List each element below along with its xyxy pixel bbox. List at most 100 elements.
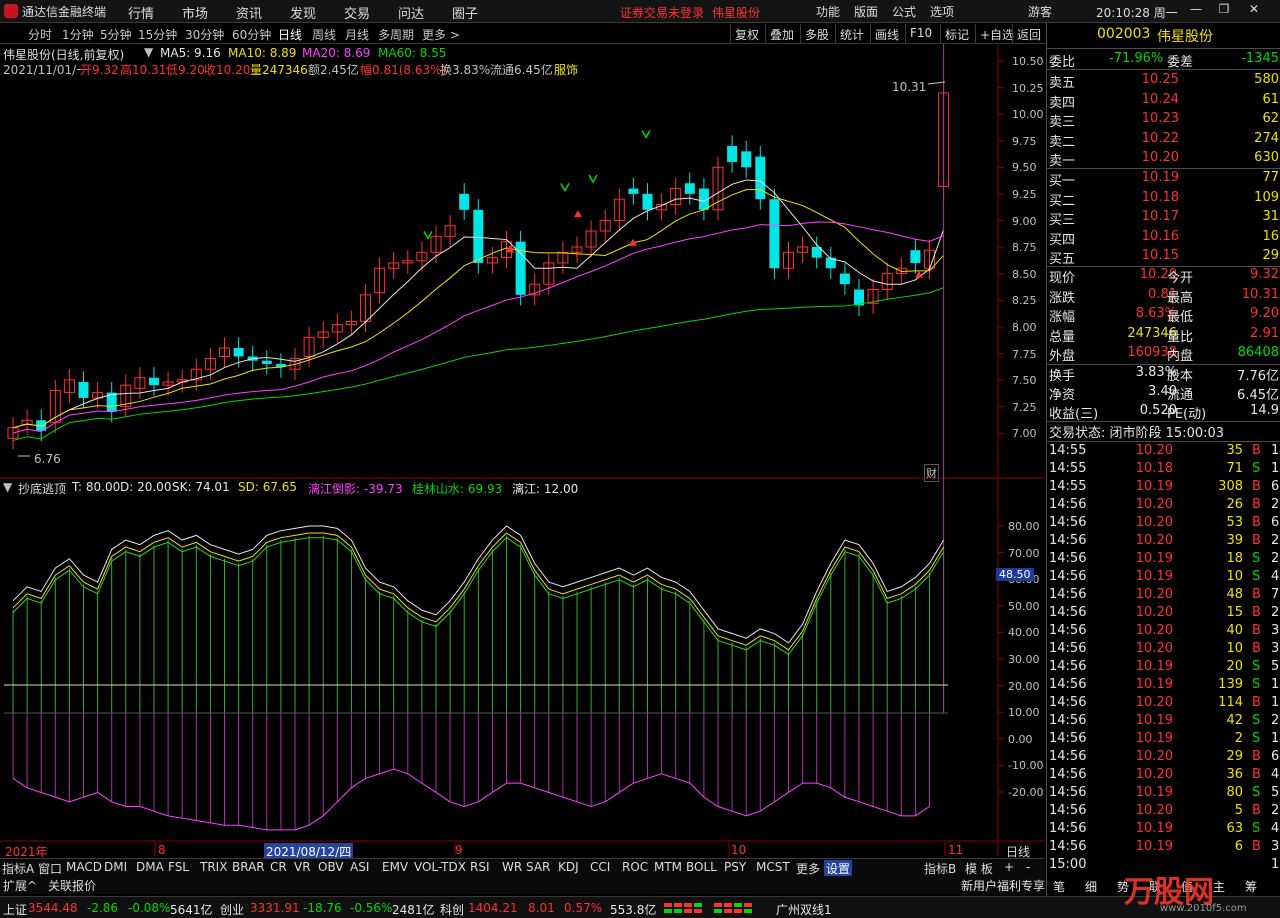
tab-multi-period[interactable]: 多周期	[378, 26, 414, 43]
indicator-tab-19[interactable]: ROC	[622, 860, 648, 874]
indicator-tab-3[interactable]: DMI	[104, 860, 127, 874]
indicator-tab-22[interactable]: PSY	[724, 860, 746, 874]
duogu-button[interactable]: 多股	[800, 24, 833, 43]
indicator-tab-6[interactable]: TRIX	[200, 860, 227, 874]
fuquan-button[interactable]: 复权	[730, 24, 763, 43]
table-row[interactable]: 14:56 10.20 5 B 2	[1047, 803, 1280, 821]
table-row[interactable]: 14:56 10.19 10 S 4	[1047, 569, 1280, 587]
quote-tab-1[interactable]: 细	[1085, 878, 1097, 895]
quote-tab-6[interactable]: 筹	[1245, 878, 1257, 895]
zoom-in-button[interactable]: +	[1004, 860, 1014, 874]
table-row[interactable]: 14:56 10.20 29 B 6	[1047, 749, 1280, 767]
promo-link[interactable]: 新用户福利专享	[961, 877, 1045, 894]
indicator-tab-9[interactable]: VR	[294, 860, 311, 874]
indicator-tab-4[interactable]: DMA	[136, 860, 164, 874]
table-row[interactable]: 14:55 10.20 35 B 1	[1047, 443, 1280, 461]
kline-chart-area[interactable]: 伟星股份(日线,前复权) ▼ MA5: 9.16 MA10: 8.89 MA20…	[0, 44, 1045, 860]
biaoji-button[interactable]: 标记	[940, 24, 973, 43]
table-row[interactable]: 14:56 10.19 20 S 5	[1047, 659, 1280, 677]
table-row[interactable]: 14:56 10.20 48 B 7	[1047, 587, 1280, 605]
menu-gongneng[interactable]: 功能	[816, 3, 840, 20]
table-row[interactable]: 14:55 10.18 71 S 1	[1047, 461, 1280, 479]
indicator-tab-25[interactable]: 设置	[824, 860, 853, 877]
related-quote-tab[interactable]: 关联报价	[48, 877, 96, 894]
indicator-tab-14[interactable]: RSI	[470, 860, 490, 874]
indicator-tab-20[interactable]: MTM	[654, 860, 682, 874]
sh-label[interactable]: 上证	[3, 901, 27, 918]
tab-fenshi[interactable]: 分时	[28, 26, 52, 43]
table-row[interactable]: 14:56 10.19 42 S 2	[1047, 713, 1280, 731]
table-row[interactable]: 14:56 10.19 2 S 1	[1047, 731, 1280, 749]
indicator-tab-16[interactable]: SAR	[526, 860, 550, 874]
indicator-tab-15[interactable]: WR	[502, 860, 522, 874]
table-row[interactable]: 14:56 10.20 26 B 2	[1047, 497, 1280, 515]
expand-button[interactable]: 扩展^	[3, 877, 37, 894]
menu-faxian[interactable]: 发现	[290, 3, 316, 22]
indicator-tab-23[interactable]: MCST	[756, 860, 790, 874]
tongji-button[interactable]: 统计	[835, 24, 868, 43]
template-button[interactable]: 模 板	[965, 860, 993, 877]
close-icon[interactable]: ✕	[1244, 2, 1264, 20]
back-button[interactable]: 返回	[1012, 24, 1045, 43]
tab-60min[interactable]: 60分钟	[232, 26, 271, 43]
table-row[interactable]: 14:56 10.20 40 B 3	[1047, 623, 1280, 641]
indicator-tab-11[interactable]: ASI	[350, 860, 369, 874]
table-row[interactable]: 14:56 10.19 63 S 4	[1047, 821, 1280, 839]
cy-label[interactable]: 创业	[220, 901, 244, 918]
indicator-tab-2[interactable]: MACD	[66, 860, 102, 874]
indicator-tab-13[interactable]: VOL-TDX	[414, 860, 466, 874]
indicator-tab-21[interactable]: BOLL	[686, 860, 717, 874]
diejia-button[interactable]: 叠加	[765, 24, 798, 43]
indicator-tab-8[interactable]: CR	[270, 860, 287, 874]
tab-more[interactable]: 更多 >	[422, 26, 460, 43]
tab-5min[interactable]: 5分钟	[100, 26, 132, 43]
minimize-icon[interactable]: —	[1186, 2, 1206, 20]
tab-weekly[interactable]: 周线	[312, 26, 336, 43]
indicator-b-tab[interactable]: 指标B	[924, 860, 956, 877]
f10-button[interactable]: F10	[905, 24, 936, 43]
server-name[interactable]: 广州双线1	[776, 901, 832, 918]
table-row[interactable]: 14:56 10.19 80 S 5	[1047, 785, 1280, 803]
restore-icon[interactable]: ❐	[1214, 2, 1234, 20]
menu-quanzi[interactable]: 圈子	[452, 3, 478, 22]
table-row[interactable]: 14:56 10.20 114 B 11	[1047, 695, 1280, 713]
financial-event-badge[interactable]: 财	[924, 464, 939, 482]
table-row[interactable]: 14:56 10.19 18 S 2	[1047, 551, 1280, 569]
tab-monthly[interactable]: 月线	[345, 26, 369, 43]
indicator-tab-1[interactable]: 窗口	[38, 860, 62, 877]
indicator-collapse-icon[interactable]: ▼	[3, 480, 12, 494]
menu-shichang[interactable]: 市场	[182, 3, 208, 22]
menu-xuanxiang[interactable]: 选项	[930, 3, 954, 20]
table-row[interactable]: 14:55 10.19 308 B 6	[1047, 479, 1280, 497]
table-row[interactable]: 14:56 10.20 10 B 3	[1047, 641, 1280, 659]
indicator-tab-18[interactable]: CCI	[590, 860, 610, 874]
table-row[interactable]: 14:56 10.20 39 B 2	[1047, 533, 1280, 551]
indicator-tab-12[interactable]: EMV	[382, 860, 408, 874]
huaxian-button[interactable]: 画线	[870, 24, 903, 43]
table-row[interactable]: 14:56 10.20 53 B 6	[1047, 515, 1280, 533]
tab-1min[interactable]: 1分钟	[62, 26, 94, 43]
menu-banmian[interactable]: 版面	[854, 3, 878, 20]
tab-30min[interactable]: 30分钟	[185, 26, 224, 43]
menu-hangqing[interactable]: 行情	[128, 3, 154, 22]
menu-wenda[interactable]: 问达	[398, 3, 424, 22]
quote-tab-0[interactable]: 笔	[1053, 878, 1065, 895]
zoom-out-button[interactable]: -	[1026, 860, 1030, 874]
indicator-tab-10[interactable]: OBV	[318, 860, 344, 874]
menu-jiaoyi[interactable]: 交易	[344, 3, 370, 22]
indicator-tab-5[interactable]: FSL	[168, 860, 189, 874]
table-row[interactable]: 14:56 10.19 139 S 10	[1047, 677, 1280, 695]
table-row[interactable]: 14:56 10.19 6 B 3	[1047, 839, 1280, 857]
kc-label[interactable]: 科创	[440, 901, 464, 918]
indicator-tab-17[interactable]: KDJ	[558, 860, 579, 874]
menu-gongshi[interactable]: 公式	[892, 3, 916, 20]
indicator-tab-7[interactable]: BRAR	[232, 860, 265, 874]
indicator-tab-0[interactable]: 指标A	[2, 860, 34, 877]
user-guest[interactable]: 游客	[1028, 3, 1052, 20]
chevron-down-icon[interactable]: ▼	[144, 45, 153, 59]
quote-tab-5[interactable]: 主	[1213, 878, 1225, 895]
indicator-tab-24[interactable]: 更多	[796, 860, 820, 877]
table-row[interactable]: 14:56 10.20 15 B 2	[1047, 605, 1280, 623]
login-warning[interactable]: 证券交易未登录	[620, 4, 704, 21]
tab-15min[interactable]: 15分钟	[138, 26, 177, 43]
